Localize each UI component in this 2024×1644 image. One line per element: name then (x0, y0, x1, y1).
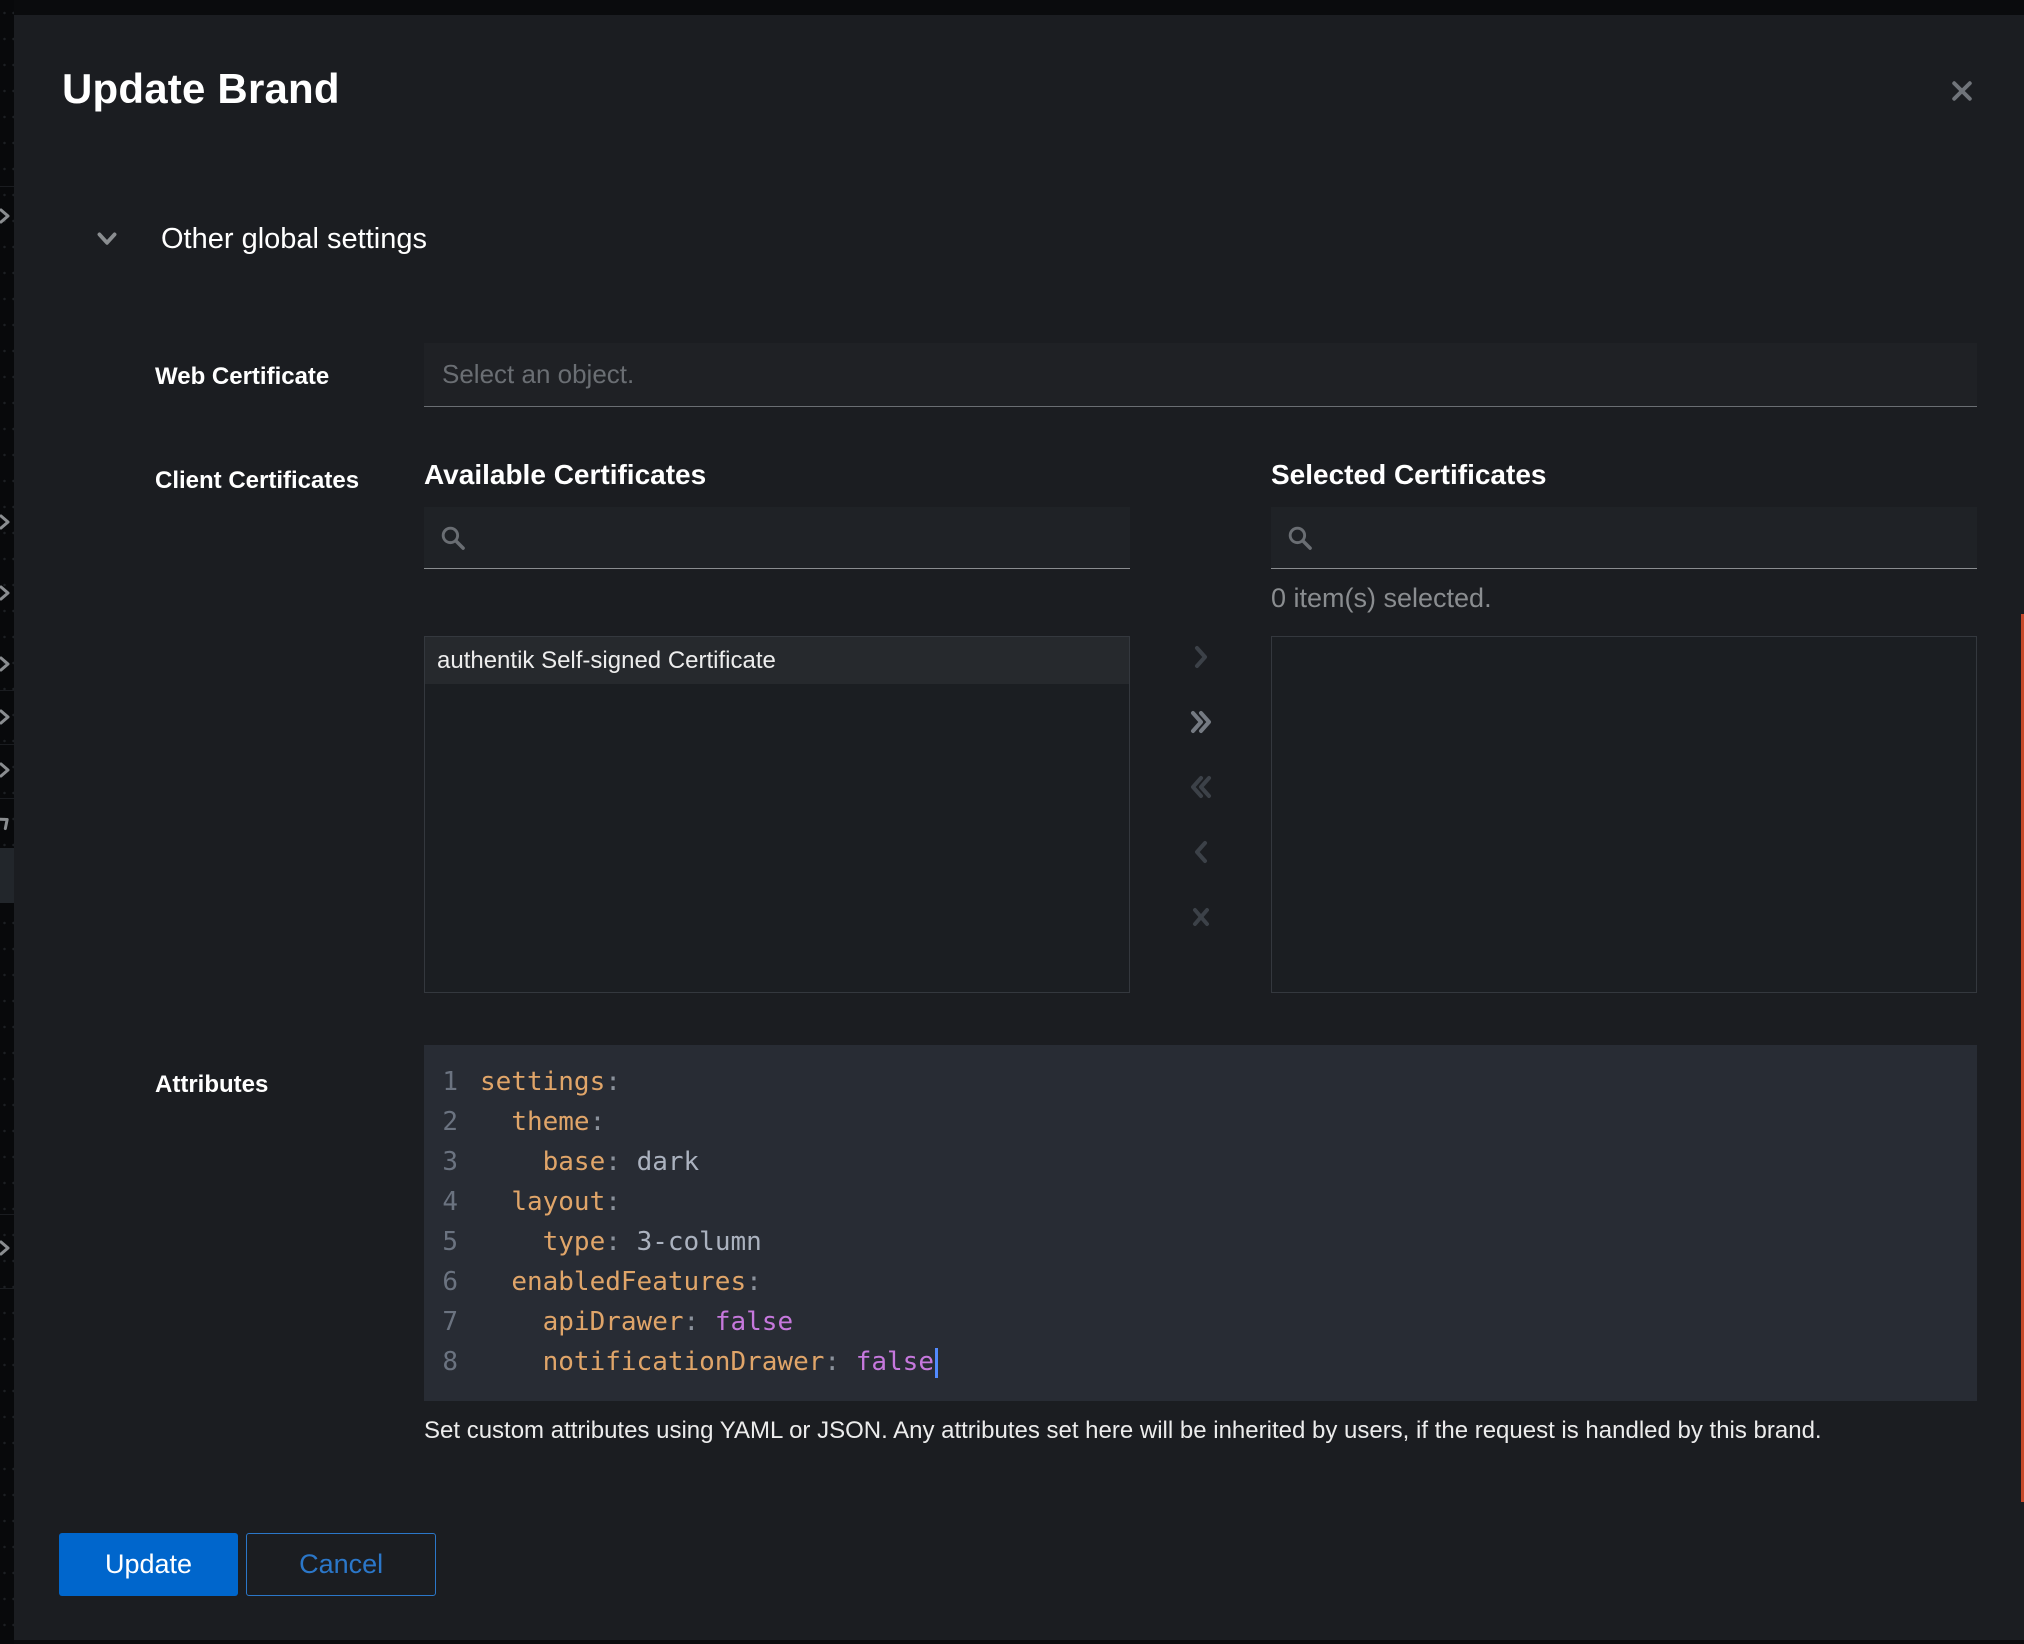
code-line: 2 theme: (424, 1102, 1977, 1142)
client-certificates-label: Client Certificates (155, 459, 424, 993)
selected-count-status: 0 item(s) selected. (1271, 569, 1977, 636)
close-icon[interactable] (1942, 71, 1982, 111)
angle-left-icon (1188, 839, 1214, 865)
sidebar-chevron-fragment-icon (0, 512, 14, 532)
web-certificate-label: Web Certificate (155, 343, 424, 407)
angle-double-right-icon (1188, 709, 1214, 735)
sidebar-chevron-fragment-icon (0, 707, 14, 727)
section-toggle-other-global-settings[interactable]: Other global settings (95, 221, 2024, 257)
available-certificates-list: authentik Self-signed Certificate (424, 636, 1130, 993)
search-icon (440, 525, 466, 551)
text-cursor (935, 1348, 938, 1378)
attributes-help-text: Set custom attributes using YAML or JSON… (424, 1417, 1977, 1445)
angle-double-left-icon (1188, 774, 1214, 800)
code-line: 8 notificationDrawer: false (424, 1342, 1977, 1382)
clear-button[interactable] (1179, 895, 1223, 939)
selected-search (1271, 507, 1977, 569)
sidebar-chevron-fragment-icon (0, 760, 14, 780)
cross-icon (1188, 904, 1214, 930)
sidebar-chevron-fragment-icon (0, 583, 14, 603)
available-search (424, 507, 1130, 569)
sidebar-check-fragment-icon (0, 808, 14, 836)
selected-search-input[interactable] (1327, 522, 1961, 553)
update-brand-modal: Update Brand Other global settings Web C… (14, 15, 2024, 1640)
sidebar-divider (0, 690, 14, 691)
sidebar-divider (0, 186, 14, 187)
selected-certificates-list (1271, 636, 1977, 993)
sidebar-chevron-fragment-icon (0, 654, 14, 674)
cancel-button[interactable]: Cancel (246, 1533, 436, 1596)
add-all-button[interactable] (1179, 700, 1223, 744)
remove-selected-button[interactable] (1179, 830, 1223, 874)
section-label: Other global settings (161, 223, 427, 256)
code-line: 6 enabledFeatures: (424, 1262, 1977, 1302)
background-page-edge (0, 0, 14, 1644)
available-certificates-heading: Available Certificates (424, 459, 1130, 507)
chevron-down-icon (95, 227, 119, 251)
sidebar-divider (0, 1214, 14, 1215)
list-item[interactable]: authentik Self-signed Certificate (425, 637, 1129, 684)
code-line: 5 type: 3-column (424, 1222, 1977, 1262)
dual-list-controls (1130, 459, 1271, 993)
sidebar-divider (0, 744, 14, 745)
code-line: 3 base: dark (424, 1142, 1977, 1182)
attributes-code-editor[interactable]: 1settings:2 theme:3 base: dark4 layout:5… (424, 1045, 1977, 1401)
sidebar-divider (0, 1288, 14, 1289)
update-button[interactable]: Update (59, 1533, 238, 1596)
available-search-input[interactable] (480, 522, 1114, 553)
sidebar-active-item-fragment (0, 848, 14, 903)
sidebar-chevron-fragment-icon (0, 206, 14, 226)
page-title: Update Brand (62, 65, 2024, 113)
search-icon (1287, 525, 1313, 551)
code-line: 1settings: (424, 1062, 1977, 1102)
sidebar-divider (0, 798, 14, 799)
add-selected-button[interactable] (1179, 635, 1223, 679)
available-status-spacer (424, 569, 1130, 636)
web-certificate-select[interactable] (424, 343, 1977, 407)
code-line: 4 layout: (424, 1182, 1977, 1222)
sidebar-chevron-fragment-icon (0, 1238, 14, 1258)
angle-right-icon (1188, 644, 1214, 670)
selected-certificates-heading: Selected Certificates (1271, 459, 1977, 507)
remove-all-button[interactable] (1179, 765, 1223, 809)
attributes-label: Attributes (155, 1045, 424, 1445)
code-line: 7 apiDrawer: false (424, 1302, 1977, 1342)
